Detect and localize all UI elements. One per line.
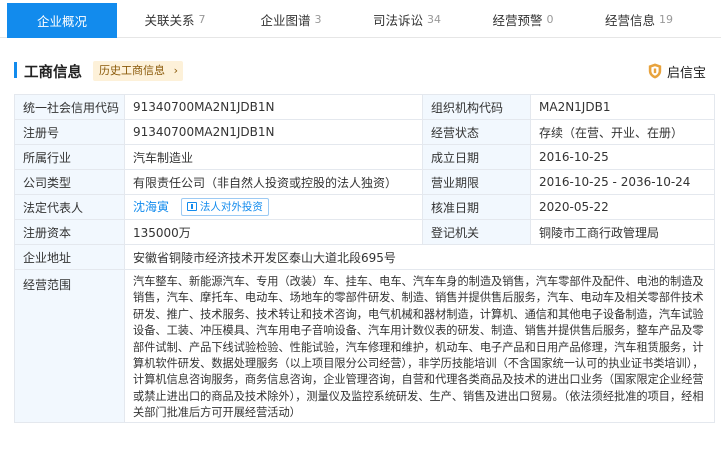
org-code-value: MA2N1JDB1 [530,94,715,120]
address-label: 企业地址 [14,244,125,270]
section-title: 工商信息 [24,65,82,81]
tab-bar: 企业概况 关联关系 7 企业图谱 3 司法诉讼 34 经营预警 0 经营信息 19 [0,0,721,38]
status-value: 存续（在营、开业、在册） [530,119,715,145]
tab-warnings[interactable]: 经营预警 0 [465,0,581,38]
company-type-label: 公司类型 [14,169,125,195]
tab-count: 0 [546,12,554,26]
chevron-right-icon: › [173,64,178,77]
table-row: 企业地址 安徽省铜陵市经济技术开发区泰山大道北段695号 [14,244,715,270]
tab-litigation[interactable]: 司法诉讼 34 [349,0,465,38]
authority-label: 登记机关 [422,219,531,245]
founded-label: 成立日期 [422,144,531,170]
tab-graph[interactable]: 企业图谱 3 [233,0,349,38]
approval-value: 2020-05-22 [530,194,715,220]
company-type-value: 有限责任公司（非自然人投资或控股的法人独资） [124,169,423,195]
history-info-button[interactable]: 历史工商信息 › [93,61,183,81]
tab-label: 经营预警 [492,12,543,28]
authority-value: 铜陵市工商行政管理局 [530,219,715,245]
legal-invest-button[interactable]: 法人对外投资 [180,198,269,217]
scope-label: 经营范围 [14,269,125,423]
industry-label: 所属行业 [14,144,125,170]
reg-no-value: 91340700MA2N1JDB1N [124,119,423,145]
status-label: 经营状态 [422,119,531,145]
org-code-label: 组织机构代码 [422,94,531,120]
tab-count: 34 [427,12,441,26]
tab-label: 关联关系 [144,12,195,28]
table-row: 注册资本 135000万 登记机关 铜陵市工商行政管理局 [14,219,715,245]
industry-value: 汽车制造业 [124,144,423,170]
founded-value: 2016-10-25 [530,144,715,170]
table-row: 公司类型 有限责任公司（非自然人投资或控股的法人独资） 营业期限 2016-10… [14,169,715,195]
brand-name: 启信宝 [666,65,706,81]
tab-count: 7 [198,12,206,26]
tab-business[interactable]: 经营信息 19 [581,0,697,38]
reg-no-label: 注册号 [14,119,125,145]
tab-count: 3 [314,12,322,26]
investment-icon [186,202,197,212]
term-value: 2016-10-25 - 2036-10-24 [530,169,715,195]
term-label: 营业期限 [422,169,531,195]
table-row: 法定代表人 沈海寅 法人对外投资 核准日期 2020-05-22 [14,194,715,220]
table-row: 注册号 91340700MA2N1JDB1N 经营状态 存续（在营、开业、在册） [14,119,715,145]
scope-value: 汽车整车、新能源汽车、专用（改装）车、挂车、电车、汽车车身的制造及销售，汽车零部… [124,269,715,423]
tab-label: 企业图谱 [260,12,311,28]
table-row: 所属行业 汽车制造业 成立日期 2016-10-25 [14,144,715,170]
tab-count: 19 [659,12,673,26]
table-row: 统一社会信用代码 91340700MA2N1JDB1N 组织机构代码 MA2N1… [14,94,715,120]
tab-label: 企业概况 [36,14,87,29]
capital-label: 注册资本 [14,219,125,245]
legal-rep-link[interactable]: 沈海寅 [133,200,169,214]
brand-logo: 启信宝 [648,61,706,81]
shield-icon [648,63,662,79]
legal-rep-label: 法定代表人 [14,194,125,220]
approval-label: 核准日期 [422,194,531,220]
legal-invest-label: 法人对外投资 [199,201,263,214]
section-accent-bar [14,62,17,78]
credit-code-value: 91340700MA2N1JDB1N [124,94,423,120]
address-value: 安徽省铜陵市经济技术开发区泰山大道北段695号 [124,244,715,270]
capital-value: 135000万 [124,219,423,245]
tab-label: 司法诉讼 [372,12,423,28]
tab-relations[interactable]: 关联关系 7 [117,0,233,38]
section-header: 工商信息 历史工商信息 › 启信宝 [14,59,714,83]
tab-label: 经营信息 [604,12,655,28]
credit-code-label: 统一社会信用代码 [14,94,125,120]
business-info-table: 统一社会信用代码 91340700MA2N1JDB1N 组织机构代码 MA2N1… [14,94,715,423]
table-row: 经营范围 汽车整车、新能源汽车、专用（改装）车、挂车、电车、汽车车身的制造及销售… [14,269,715,423]
legal-rep-cell: 沈海寅 法人对外投资 [124,194,423,220]
history-info-label: 历史工商信息 [99,64,165,77]
tab-overview[interactable]: 企业概况 [7,3,117,38]
